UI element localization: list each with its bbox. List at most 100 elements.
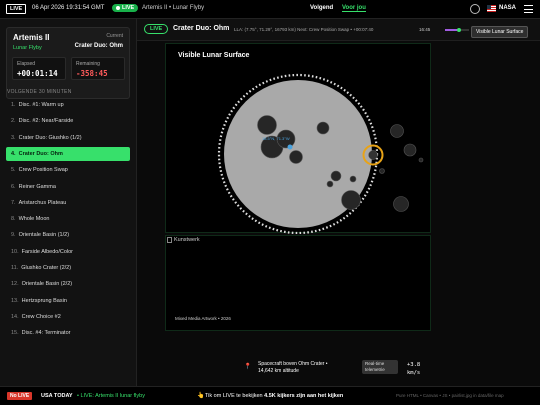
telemetry-value: +3.8 km/s (407, 361, 420, 377)
queue-item-number: 15. (11, 330, 19, 337)
live-ticker[interactable]: • LIVE: Artemis II lunar flyby (77, 393, 145, 399)
progress-handle[interactable] (457, 28, 462, 32)
queue-item[interactable]: 11. Glushko Crater (2/2) (6, 261, 130, 275)
queue-item-label: Crater Duo: Giushko (1/2) (18, 134, 82, 141)
artwork-alt: Kunstwerk (174, 237, 200, 243)
queue-item[interactable]: 14. Crew Choice #2 (6, 310, 130, 324)
queue-item-number: 5. (11, 167, 16, 174)
queue-item-number: 2. (11, 118, 16, 125)
live-logo[interactable]: LIVE (6, 4, 27, 14)
ohm-crater (368, 150, 378, 160)
spacecraft-marker-icon (287, 144, 293, 150)
moon-view[interactable]: 18.5°N, 71.3°W (166, 44, 432, 234)
viewer-count: 4.5K kijkers zijn aan het kijken (264, 393, 344, 399)
main-panel: LIVE Crater Duo: Ohm LLA: (7.75°, 71.29°… (137, 19, 540, 386)
datetime: 06 Apr 2026 19:31:54 GMT (32, 5, 105, 11)
tap-text: Tik om LIVE te bekijken (205, 393, 263, 399)
queue-item[interactable]: 8. Whole Moon (6, 212, 130, 226)
queue-item[interactable]: 4. Crater Duo: Ohm (6, 146, 130, 161)
brand-label[interactable]: NASA (499, 5, 516, 11)
queue-item[interactable]: 1. Disc. #1: Warm up (6, 98, 130, 112)
search-icon[interactable] (470, 4, 480, 14)
queue-item-number: 11. (11, 265, 19, 271)
queue-item-label: Orientale Basin (2/2) (21, 281, 73, 288)
artwork-caption: Mixed Media Artwork • 2026 (175, 316, 231, 321)
tap-to-watch[interactable]: Tik om LIVE te bekijken 4.5K kijkers zij… (205, 393, 343, 399)
queue-item-label: Orientale Basin (1/2) (18, 232, 70, 239)
elapsed-value: +00:01:14 (17, 69, 58, 78)
artwork-image: Kunstwerk (167, 237, 200, 243)
clock: 16:45 (419, 27, 431, 32)
menu-icon[interactable] (524, 5, 533, 13)
no-live-badge[interactable]: No LIVE (7, 392, 33, 400)
live-dot-icon (116, 6, 120, 10)
sidebar: Artemis II Lunar Flyby Current Crater Du… (0, 19, 137, 386)
queue-item-label: Crew Choice #2 (21, 313, 61, 320)
crater (393, 196, 409, 212)
lla-readout: LLA: (7.75°, 71.29°, 16793 km) Next: Cre… (234, 27, 374, 32)
queue-item-label: Hertzsprung Basin (21, 297, 67, 304)
tooltip: Visible Lunar Surface (471, 26, 529, 38)
lunar-surface-panel: Visible Lunar Surface 18.5°N, 71.3°W (165, 43, 432, 234)
queue-item-number: 8. (11, 216, 16, 223)
mission-name: Artemis II (13, 33, 50, 42)
mission-path: Artemis II • Lunar Flyby (142, 5, 205, 11)
queue-item[interactable]: 3. Crater Duo: Giushko (1/2) (6, 131, 130, 145)
queue-item-number: 13. (11, 297, 19, 304)
crater (289, 150, 303, 164)
crater (390, 124, 404, 138)
velocity-unit: km/s (407, 370, 421, 376)
live-pill-label: LIVE (122, 5, 135, 11)
queue-item-label: Whole Moon (18, 216, 50, 223)
queue-item-number: 12. (11, 281, 19, 288)
us-flag-icon[interactable] (487, 5, 496, 12)
elapsed-label: Elapsed (17, 61, 36, 67)
queue-item-number: 1. (11, 102, 16, 108)
crater (341, 190, 361, 210)
info-bar: 📍 Spacecraft boven Ohm Crater • 14,642 k… (137, 355, 540, 383)
queue-item[interactable]: 5. Crew Position Swap (6, 163, 130, 177)
moon-coordinate-label: 18.5°N, 71.3°W (262, 136, 290, 141)
queue-item[interactable]: 15. Disc. #4: Terminator (6, 326, 130, 340)
queue-item-label: Crater Duo: Ohm (18, 150, 63, 157)
queue-item[interactable]: 12. Orientale Basin (2/2) (6, 277, 130, 291)
queue-item[interactable]: 7. Aristarchus Plateau (6, 196, 130, 210)
live-pill[interactable]: LIVE (112, 4, 139, 12)
queue-item-label: Disc. #2: Near/Farside (18, 118, 74, 125)
crater (316, 121, 330, 135)
artwork-panel: Kunstwerk Mixed Media Artwork • 2026 (165, 235, 431, 331)
broken-image-icon (167, 237, 172, 243)
current-value: Crater Duo: Ohm (74, 43, 123, 49)
queue-item-label: Farside Albedo/Color (21, 248, 74, 255)
queue-item[interactable]: 2. Disc. #2: Near/Farside (6, 114, 130, 128)
queue-item[interactable]: 10. Farside Albedo/Color (6, 245, 130, 259)
mission-subtitle: Lunar Flyby (13, 45, 42, 51)
remaining-value: -358:45 (76, 69, 108, 78)
queue-item[interactable]: 13. Hertzsprung Basin (6, 294, 130, 308)
queue-item-number: 7. (11, 199, 16, 206)
segment-progress-bar[interactable] (445, 28, 469, 32)
bottom-bar: No LIVE USA TODAY • LIVE: Artemis II lun… (0, 386, 540, 405)
queue-item[interactable]: 9. Orientale Basin (1/2) (6, 228, 130, 242)
location-pin-icon: 📍 (244, 364, 252, 370)
crater (349, 175, 357, 183)
queue-item-label: Aristarchus Plateau (18, 199, 67, 206)
tab-following[interactable]: Volgend (310, 5, 333, 11)
queue-title: VOLGENDE 30 MINUTEN (7, 89, 72, 95)
region-label: USA TODAY (41, 393, 73, 399)
current-segment-title: Crater Duo: Ohm (173, 25, 230, 32)
crater (257, 115, 277, 135)
queue-item-number: 9. (11, 232, 16, 239)
live-indicator[interactable]: LIVE (144, 24, 169, 34)
main-header: LIVE Crater Duo: Ohm LLA: (7.75°, 71.29°… (137, 19, 540, 41)
tech-credits: Pure HTML • Canvas • JS • pairlist.jpg i… (396, 393, 504, 398)
remaining-label: Remaining (76, 61, 100, 67)
tab-for-you[interactable]: Voor jou (342, 5, 366, 12)
crater (403, 143, 417, 157)
queue-item[interactable]: 6. Reiner Gamma (6, 180, 130, 194)
velocity-value: +3.8 (407, 362, 421, 368)
telemetry-badge[interactable]: Real-time telemetrie (362, 360, 398, 374)
queue-item-number: 6. (11, 183, 16, 190)
current-label: Current (106, 33, 123, 39)
queue-item-label: Glushko Crater (2/2) (21, 265, 72, 271)
